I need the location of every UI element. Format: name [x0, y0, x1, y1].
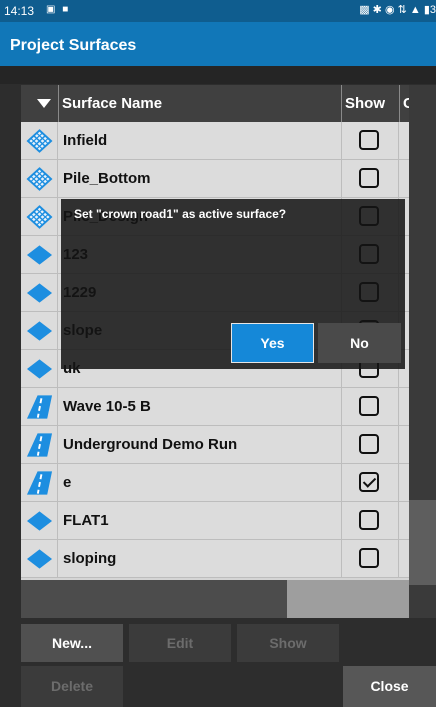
grid-surface-icon [21, 122, 58, 160]
table-row[interactable]: Underground Demo Run [21, 426, 409, 464]
surface-name: sloping [63, 550, 117, 567]
show-cell [341, 502, 399, 540]
diamond-surface-icon [21, 274, 58, 312]
surface-name: Wave 10-5 B [63, 398, 151, 415]
show-checkbox[interactable] [359, 130, 379, 150]
column-divider [399, 85, 400, 122]
surface-name: e [63, 474, 72, 491]
edit-button[interactable]: Edit [129, 624, 231, 662]
checkmark-icon [362, 474, 377, 488]
surface-name: Pile_Bottom [63, 170, 151, 187]
vertical-scroll-thumb[interactable] [409, 500, 436, 585]
horizontal-scrollbar[interactable] [21, 580, 409, 618]
page-title: Project Surfaces [10, 37, 137, 54]
column-header-surface-name[interactable]: Surface Name [62, 95, 162, 112]
surface-name: FLAT1 [63, 512, 109, 529]
surface-name: Infield [63, 132, 108, 149]
dialog-message: Set "crown road1" as active surface? [74, 207, 287, 221]
table-header: Surface Name Show C [21, 85, 409, 122]
show-cell [341, 122, 399, 160]
header-strip [0, 66, 436, 84]
show-checkbox[interactable] [359, 472, 379, 492]
yes-button[interactable]: Yes [231, 323, 314, 363]
horizontal-scroll-thumb[interactable] [21, 580, 287, 618]
notification-icons: ▣ ■ [46, 4, 71, 15]
show-checkbox[interactable] [359, 510, 379, 530]
close-button[interactable]: Close [343, 666, 436, 707]
new-button[interactable]: New... [21, 624, 123, 662]
show-cell [341, 388, 399, 426]
table-row[interactable]: Pile_Bottom [21, 160, 409, 198]
show-cell [341, 464, 399, 502]
show-cell [341, 426, 399, 464]
column-divider [341, 85, 342, 122]
surface-name: Underground Demo Run [63, 436, 238, 453]
road-surface-icon [21, 388, 58, 426]
table-row[interactable]: e [21, 464, 409, 502]
diamond-surface-icon [21, 312, 58, 350]
grid-surface-icon [21, 160, 58, 198]
road-surface-icon [21, 464, 58, 502]
diamond-surface-icon [21, 540, 58, 578]
show-checkbox[interactable] [359, 548, 379, 568]
show-checkbox[interactable] [359, 168, 379, 188]
status-time: 14:13 [4, 4, 35, 18]
no-button[interactable]: No [318, 323, 401, 363]
table-row[interactable]: Wave 10-5 B [21, 388, 409, 426]
sort-down-icon[interactable] [37, 99, 51, 108]
show-cell [341, 540, 399, 578]
vertical-scrollbar[interactable] [409, 85, 436, 618]
confirm-dialog: Set "crown road1" as active surface? Yes… [61, 199, 405, 369]
system-icons: ▩ ✱ ◉ ⇅ ▲ ▮3 [359, 4, 436, 16]
show-button[interactable]: Show [237, 624, 339, 662]
column-header-show[interactable]: Show [345, 95, 385, 112]
diamond-surface-icon [21, 350, 58, 388]
diamond-surface-icon [21, 502, 58, 540]
grid-surface-icon [21, 198, 58, 236]
status-bar: 14:13 ▣ ■ ▩ ✱ ◉ ⇅ ▲ ▮3 [0, 0, 436, 22]
app-header: Project Surfaces [0, 22, 436, 74]
column-divider [58, 85, 59, 122]
table-row[interactable]: FLAT1 [21, 502, 409, 540]
delete-button[interactable]: Delete [21, 666, 123, 707]
table-row[interactable]: sloping [21, 540, 409, 578]
show-checkbox[interactable] [359, 434, 379, 454]
table-row[interactable]: Infield [21, 122, 409, 160]
show-cell [341, 160, 399, 198]
show-checkbox[interactable] [359, 396, 379, 416]
road-surface-icon [21, 426, 58, 464]
diamond-surface-icon [21, 236, 58, 274]
